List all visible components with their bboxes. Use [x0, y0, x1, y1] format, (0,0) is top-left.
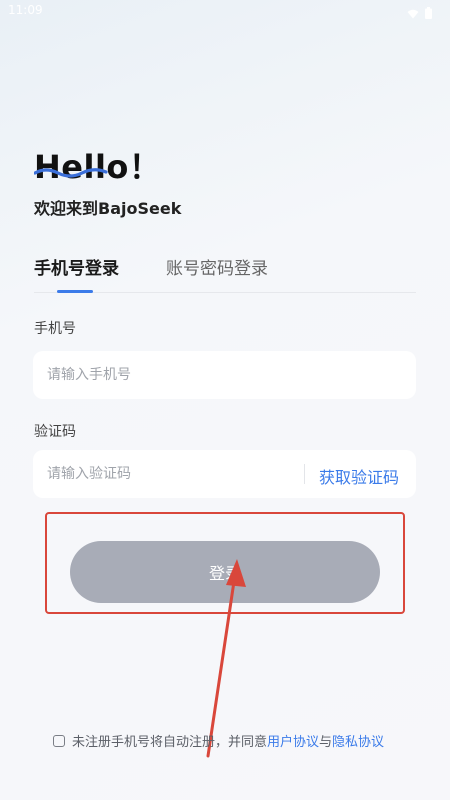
greeting-title: Hello！ — [34, 148, 162, 186]
tab-active-indicator — [57, 290, 93, 293]
wifi-icon — [407, 4, 419, 23]
battery-icon — [425, 4, 432, 23]
privacy-policy-link[interactable]: 隐私协议 — [332, 735, 384, 750]
status-time: 11:09 — [8, 3, 43, 17]
tab-account-login[interactable]: 账号密码登录 — [166, 254, 268, 279]
code-input[interactable] — [47, 450, 287, 498]
login-button[interactable]: 登录 — [70, 541, 380, 603]
tab-phone-login[interactable]: 手机号登录 — [34, 254, 119, 279]
status-icons — [407, 4, 432, 23]
agreement-and: 与 — [319, 735, 333, 750]
code-divider — [304, 464, 305, 484]
welcome-text: 欢迎来到BajoSeek — [34, 199, 182, 218]
phone-label: 手机号 — [34, 321, 76, 337]
phone-field — [33, 351, 416, 399]
wave-decoration — [34, 168, 108, 178]
code-field: 获取验证码 — [33, 450, 416, 498]
phone-input[interactable] — [47, 351, 402, 399]
annotation-arrow — [206, 559, 246, 758]
code-label: 验证码 — [34, 424, 76, 440]
agreement-prefix: 未注册手机号将自动注册，并同意 — [72, 735, 268, 750]
agreement-text: 未注册手机号将自动注册，并同意用户协议与隐私协议 — [72, 732, 408, 753]
user-agreement-link[interactable]: 用户协议 — [267, 735, 319, 750]
get-code-button[interactable]: 获取验证码 — [319, 464, 399, 488]
status-bar: 11:09 — [0, 0, 450, 22]
agreement-checkbox[interactable] — [53, 735, 65, 747]
